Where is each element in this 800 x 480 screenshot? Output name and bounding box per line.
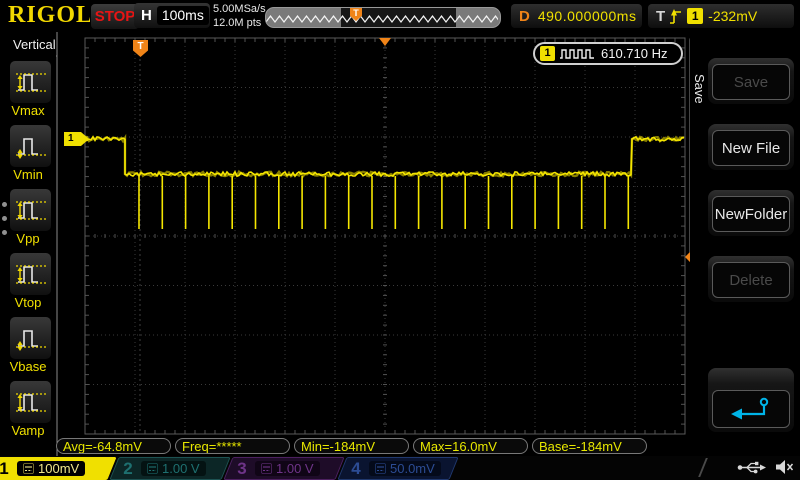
trigger-label: T <box>656 8 665 25</box>
vmin-button[interactable] <box>9 124 52 168</box>
vbase-button[interactable] <box>9 316 52 360</box>
run-state-badge[interactable]: STOP <box>90 3 140 30</box>
vbase-icon <box>14 323 48 353</box>
measurement-base: Base=-184mV <box>532 438 647 454</box>
channel-2-status[interactable]: 2 1.00 V <box>109 457 230 480</box>
measurement-freq: Freq=***** <box>175 438 290 454</box>
sidebar-title: Vertical <box>13 37 56 52</box>
return-arrow-icon <box>727 395 775 423</box>
trigger-level-value: -232mV <box>708 8 757 24</box>
measurement-results-bar: Avg=-64.8mV Freq=***** Min=-184mV Max=16… <box>56 438 647 454</box>
channel-scale: 1.00 V <box>162 461 200 476</box>
back-button[interactable] <box>708 368 794 432</box>
save-menu-panel: Save Save New File NewFolder Delete <box>690 32 800 456</box>
pulse-train-icon <box>559 47 597 60</box>
measure-sidebar: Vertical Vmax Vmin Vpp Vtop Vbase Vamp <box>0 32 56 456</box>
channel-scale: 1.00 V <box>276 461 314 476</box>
vamp-icon <box>14 387 48 417</box>
dc-coupling-icon <box>375 463 386 474</box>
channel-4-status[interactable]: 4 50.0mV <box>337 457 458 480</box>
vtop-button[interactable] <box>9 252 52 296</box>
channel1-ground-marker[interactable]: 1 <box>64 132 89 146</box>
channel-1-status[interactable]: 1 100mV <box>0 457 117 480</box>
measurement-avg: Avg=-64.8mV <box>56 438 171 454</box>
new-folder-button[interactable]: NewFolder <box>708 190 794 236</box>
vmax-icon <box>14 67 48 97</box>
usb-icon <box>737 460 767 475</box>
sample-rate: 5.00MSa/s <box>213 2 266 16</box>
channel-status-bar: 1 100mV 2 1.00 V <box>0 456 800 480</box>
vpp-label: Vpp <box>0 231 56 246</box>
timebase-value: 100ms <box>157 6 209 25</box>
new-file-button[interactable]: New File <box>708 124 794 170</box>
horizontal-center-marker <box>379 38 391 46</box>
vpp-icon <box>14 195 48 225</box>
speaker-muted-icon <box>775 459 794 475</box>
vmax-label: Vmax <box>0 103 56 118</box>
dc-coupling-icon <box>147 463 158 474</box>
trigger-readout[interactable]: T 1 -232mV <box>648 4 794 28</box>
vmin-icon <box>14 131 48 161</box>
rigol-logo: RIGOL <box>8 2 93 29</box>
menu-tab-title: Save <box>692 74 707 104</box>
statusbar-divider <box>698 458 708 477</box>
dc-coupling-icon <box>23 463 34 474</box>
channel-scale: 50.0mV <box>390 461 435 476</box>
frequency-value: 610.710 Hz <box>601 46 668 61</box>
horizontal-label: H <box>141 7 152 24</box>
channel-3-status[interactable]: 3 1.00 V <box>223 457 344 480</box>
save-button[interactable]: Save <box>708 58 794 104</box>
vbase-label: Vbase <box>0 359 56 374</box>
trigger-source-badge: 1 <box>687 8 703 24</box>
vmin-label: Vmin <box>0 167 56 182</box>
preview-wave <box>266 8 498 27</box>
delay-readout[interactable]: D 490.000000ms <box>511 4 642 28</box>
waveform-position-preview[interactable]: T <box>265 7 501 28</box>
channel-number: 4 <box>343 459 369 479</box>
channel-number: 2 <box>115 459 141 479</box>
channel-scale: 100mV <box>38 461 79 476</box>
channel-number: 1 <box>0 459 17 479</box>
vtop-icon <box>14 259 48 289</box>
vpp-button[interactable] <box>9 188 52 232</box>
horizontal-timebase-widget[interactable]: H 100ms <box>134 3 210 28</box>
channel-number: 3 <box>229 459 255 479</box>
top-status-bar: RIGOL STOP H 100ms 5.00MSa/s 12.0M pts T… <box>0 0 800 32</box>
measurement-min: Min=-184mV <box>294 438 409 454</box>
vamp-button[interactable] <box>9 380 52 424</box>
dc-coupling-icon <box>261 463 272 474</box>
frequency-counter: 1 610.710 Hz <box>533 42 683 65</box>
trigger-position-flag[interactable]: T <box>133 40 148 57</box>
vtop-label: Vtop <box>0 295 56 310</box>
vmax-button[interactable] <box>9 60 52 104</box>
delay-label: D <box>519 8 530 25</box>
rising-edge-icon <box>670 8 682 25</box>
graticule-and-waveform <box>0 0 800 480</box>
delay-value: 490.000000ms <box>538 8 637 24</box>
memory-depth: 12.0M pts <box>213 16 266 30</box>
vamp-label: Vamp <box>0 423 56 438</box>
measurement-max: Max=16.0mV <box>413 438 528 454</box>
acquisition-info: 5.00MSa/s 12.0M pts <box>213 2 266 30</box>
delete-button[interactable]: Delete <box>708 256 794 302</box>
freq-channel-badge: 1 <box>540 46 555 61</box>
